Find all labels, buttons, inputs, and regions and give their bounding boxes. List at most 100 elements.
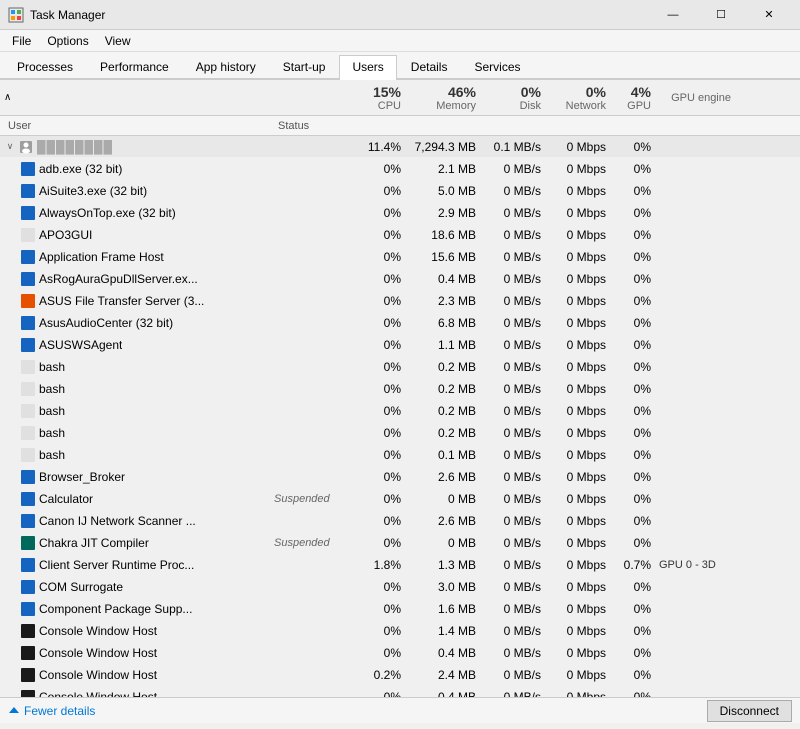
process-name-cell: Calculator [0,491,270,507]
process-name-cell: ASUSWSAgent [0,337,270,353]
process-name: Console Window Host [39,690,157,698]
fewer-details-button[interactable]: Fewer details [8,704,95,718]
table-row[interactable]: APO3GUI0%18.6 MB0 MB/s0 Mbps0% [0,224,800,246]
table-row[interactable]: Chakra JIT CompilerSuspended0%0 MB0 MB/s… [0,532,800,554]
col-gpu-header[interactable]: 4% GPU [610,80,655,115]
process-memory: 5.0 MB [405,184,480,198]
table-row[interactable]: bash0%0.2 MB0 MB/s0 Mbps0% [0,400,800,422]
menu-view[interactable]: View [97,32,139,50]
process-name-cell: AsRogAuraGpuDllServer.ex... [0,271,270,287]
col-disk-header[interactable]: 0% Disk [480,80,545,115]
process-name: Client Server Runtime Proc... [39,558,194,572]
process-gpu: 0% [610,228,655,242]
table-row[interactable]: COM Surrogate0%3.0 MB0 MB/s0 Mbps0% [0,576,800,598]
table-row[interactable]: bash0%0.2 MB0 MB/s0 Mbps0% [0,356,800,378]
process-network: 0 Mbps [545,206,610,220]
expand-icon[interactable]: ∨ [4,141,16,153]
process-memory: 0.2 MB [405,360,480,374]
process-cpu: 0% [350,690,405,698]
process-memory: 3.0 MB [405,580,480,594]
table-row[interactable]: adb.exe (32 bit)0%2.1 MB0 MB/s0 Mbps0% [0,158,800,180]
process-network: 0 Mbps [545,184,610,198]
minimize-button[interactable]: — [650,0,696,30]
table-row[interactable]: AiSuite3.exe (32 bit)0%5.0 MB0 MB/s0 Mbp… [0,180,800,202]
process-network: 0 Mbps [545,470,610,484]
col-cpu-header[interactable]: 15% CPU [350,80,405,115]
process-memory: 18.6 MB [405,228,480,242]
col-status-header[interactable] [270,80,350,115]
user-col-label[interactable]: User [4,120,274,132]
process-name: Browser_Broker [39,470,125,484]
parent-row[interactable]: ∨ ████████ 11.4% 7,294.3 MB 0.1 MB/s 0 M… [0,136,800,158]
table-row[interactable]: AsusAudioCenter (32 bit)0%6.8 MB0 MB/s0 … [0,312,800,334]
bottom-bar: Fewer details Disconnect [0,697,800,723]
process-name-cell: Client Server Runtime Proc... [0,557,270,573]
process-cpu: 0% [350,294,405,308]
col-network-header[interactable]: 0% Network [545,80,610,115]
table-row[interactable]: Console Window Host0%0.4 MB0 MB/s0 Mbps0… [0,686,800,697]
table-row[interactable]: Client Server Runtime Proc...1.8%1.3 MB0… [0,554,800,576]
process-disk: 0 MB/s [480,316,545,330]
tab-processes[interactable]: Processes [4,55,86,78]
menu-file[interactable]: File [4,32,39,50]
col-user-header[interactable]: ∧ [0,80,270,115]
process-network: 0 Mbps [545,690,610,698]
table-row[interactable]: Browser_Broker0%2.6 MB0 MB/s0 Mbps0% [0,466,800,488]
process-name: bash [39,404,65,418]
process-memory: 2.4 MB [405,668,480,682]
table-row[interactable]: bash0%0.2 MB0 MB/s0 Mbps0% [0,378,800,400]
table-row[interactable]: CalculatorSuspended0%0 MB0 MB/s0 Mbps0% [0,488,800,510]
process-table[interactable]: ∨ ████████ 11.4% 7,294.3 MB 0.1 MB/s 0 M… [0,136,800,697]
process-icon [20,689,36,698]
process-cpu: 0% [350,602,405,616]
table-row[interactable]: Component Package Supp...0%1.6 MB0 MB/s0… [0,598,800,620]
table-row[interactable]: ASUSWSAgent0%1.1 MB0 MB/s0 Mbps0% [0,334,800,356]
menu-options[interactable]: Options [39,32,96,50]
process-memory: 2.3 MB [405,294,480,308]
table-row[interactable]: Canon IJ Network Scanner ...0%2.6 MB0 MB… [0,510,800,532]
gpu-percent: 4% [631,84,651,100]
process-name: AiSuite3.exe (32 bit) [39,184,147,198]
table-row[interactable]: Application Frame Host0%15.6 MB0 MB/s0 M… [0,246,800,268]
process-disk: 0 MB/s [480,514,545,528]
process-name: Application Frame Host [39,250,164,264]
process-icon [20,403,36,419]
process-gpu: 0% [610,646,655,660]
col-memory-header[interactable]: 46% Memory [405,80,480,115]
process-name-cell: ASUS File Transfer Server (3... [0,293,270,309]
process-gpu: 0% [610,206,655,220]
tab-details[interactable]: Details [398,55,461,78]
process-gpu: 0% [610,382,655,396]
process-disk: 0 MB/s [480,470,545,484]
process-icon [20,447,36,463]
tab-performance[interactable]: Performance [87,55,182,78]
parent-gpu: 0% [610,140,655,154]
process-name: AsRogAuraGpuDllServer.ex... [39,272,198,286]
tab-app-history[interactable]: App history [183,55,269,78]
process-gpu: 0% [610,360,655,374]
table-row[interactable]: Console Window Host0.2%2.4 MB0 MB/s0 Mbp… [0,664,800,686]
disconnect-button[interactable]: Disconnect [707,700,792,722]
table-row[interactable]: AsRogAuraGpuDllServer.ex...0%0.4 MB0 MB/… [0,268,800,290]
process-icon [20,271,36,287]
close-button[interactable]: ✕ [746,0,792,30]
table-row[interactable]: Console Window Host0%1.4 MB0 MB/s0 Mbps0… [0,620,800,642]
process-cpu: 0% [350,624,405,638]
table-row[interactable]: AlwaysOnTop.exe (32 bit)0%2.9 MB0 MB/s0 … [0,202,800,224]
col-gpuengine-header[interactable]: GPU engine [655,80,735,115]
table-row[interactable]: Console Window Host0%0.4 MB0 MB/s0 Mbps0… [0,642,800,664]
process-memory: 6.8 MB [405,316,480,330]
table-row[interactable]: bash0%0.1 MB0 MB/s0 Mbps0% [0,444,800,466]
tab-startup[interactable]: Start-up [270,55,339,78]
tab-users[interactable]: Users [339,55,396,80]
table-row[interactable]: bash0%0.2 MB0 MB/s0 Mbps0% [0,422,800,444]
process-name-cell: Component Package Supp... [0,601,270,617]
user-avatar-icon [18,139,34,155]
tab-services[interactable]: Services [461,55,533,78]
title-bar: Task Manager — ☐ ✕ [0,0,800,30]
maximize-button[interactable]: ☐ [698,0,744,30]
process-name: ASUS File Transfer Server (3... [39,294,204,308]
process-cpu: 0% [350,184,405,198]
status-col-label[interactable]: Status [274,120,354,132]
table-row[interactable]: ASUS File Transfer Server (3...0%2.3 MB0… [0,290,800,312]
